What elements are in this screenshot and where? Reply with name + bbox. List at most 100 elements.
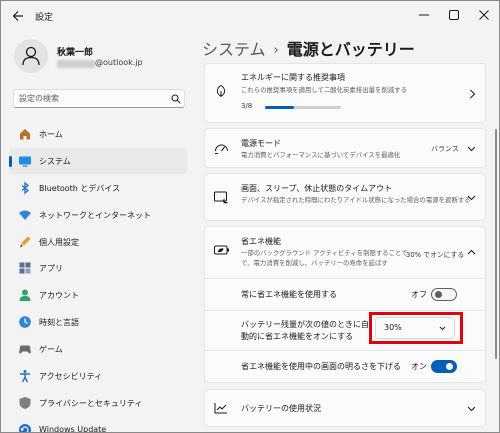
scrollbar[interactable] <box>495 129 498 429</box>
always-energy-saver-toggle[interactable] <box>431 288 457 301</box>
progress-count: 3/8 <box>241 102 253 110</box>
settings-window: 設定 秋葉一郎 @outlook.jp ホーム <box>0 0 500 433</box>
sidebar-item-home[interactable]: ホーム <box>9 121 187 147</box>
progress-bar <box>265 106 341 109</box>
user-icon <box>22 46 40 66</box>
chart-icon <box>214 403 227 414</box>
avatar[interactable] <box>14 39 48 73</box>
accessibility-icon <box>20 370 30 383</box>
time-language-icon <box>19 316 31 329</box>
sidebar-item-label: ネットワークとインターネット <box>39 210 151 220</box>
card-description: これらの推奨事項を適用して二酸化炭素排出量を削減する <box>241 86 407 94</box>
window-title: 設定 <box>35 13 54 23</box>
leaf-icon <box>216 84 226 97</box>
account-icon <box>19 289 31 302</box>
toggle-knob <box>435 291 442 298</box>
card-title: 電源モード <box>241 139 281 148</box>
chevron-down-icon <box>467 195 476 201</box>
user-name: 秋葉一郎 <box>57 48 94 58</box>
sidebar-item-accounts[interactable]: アカウント <box>9 282 187 308</box>
toggle-knob <box>446 363 453 370</box>
sidebar-item-label: アクセシビリティ <box>39 372 103 382</box>
sidebar-item-privacy[interactable]: プライバシーとセキュリティ <box>9 390 187 416</box>
card-title: バッテリーの使用状況 <box>241 404 321 413</box>
personalization-icon <box>20 236 31 248</box>
battery-usage-card[interactable]: バッテリーの使用状況 <box>204 389 486 427</box>
toggle-state-label: オン <box>411 362 427 371</box>
email-redacted <box>57 60 95 68</box>
sidebar-item-network[interactable]: ネットワークとインターネット <box>9 202 187 228</box>
scroll-thumb[interactable] <box>495 129 497 359</box>
sidebar-item-label: アプリ <box>39 264 63 274</box>
breadcrumb-parent[interactable]: システム <box>202 40 266 59</box>
chevron-right-icon <box>470 89 476 99</box>
close-icon <box>479 10 489 20</box>
shield-icon <box>19 396 31 409</box>
sidebar-item-personalization[interactable]: 個人用設定 <box>9 229 187 255</box>
breadcrumb: システム › 電源とバッテリー <box>202 36 415 60</box>
sidebar-item-label: ゲーム <box>39 345 63 355</box>
sidebar-item-bluetooth[interactable]: Bluetooth とデバイス <box>9 175 187 201</box>
energy-saver-status: 30% でオンにする <box>406 251 465 259</box>
sidebar-item-label: Windows Update <box>39 424 107 433</box>
sidebar-item-windows-update[interactable]: Windows Update <box>9 417 187 433</box>
brightness-toggle[interactable] <box>431 360 457 373</box>
sidebar-nav: ホーム システム Bluetooth とデバイス ネットワークとインターネット <box>9 121 187 433</box>
minimize-button[interactable] <box>411 5 437 25</box>
search-icon[interactable] <box>171 94 181 104</box>
close-button[interactable] <box>471 5 497 25</box>
back-arrow-icon[interactable] <box>11 9 25 23</box>
setting-label-line2: 動的に省エネ機能をオンにする <box>241 332 354 341</box>
apps-icon <box>19 262 31 274</box>
progress-fill <box>265 106 294 109</box>
sidebar-item-time-language[interactable]: 時刻と言語 <box>9 309 187 335</box>
card-title: 画面、スリープ、休止状態のタイムアウト <box>241 184 393 193</box>
minimize-icon <box>419 14 429 16</box>
sidebar-item-label: Bluetooth とデバイス <box>39 183 121 193</box>
maximize-button[interactable] <box>441 5 467 25</box>
always-energy-saver-row: 常に省エネ機能を使用する オフ <box>204 279 486 311</box>
screen-sleep-card[interactable]: 画面、スリープ、休止状態のタイムアウト デバイスが指定された時間にわたりアイドル… <box>204 173 486 221</box>
title-bar: 設定 <box>1 1 499 31</box>
card-description-line2: で、電力消費を削減し、バッテリーの寿命を延ばす <box>241 259 388 267</box>
sidebar-item-label: 個人用設定 <box>39 237 79 247</box>
toggle-state-label: オフ <box>411 290 427 299</box>
system-icon <box>19 156 31 167</box>
card-description: デバイスが指定された時間にわたりアイドル状態になった場合の電源を遮断する <box>241 196 471 204</box>
chevron-down-icon <box>467 406 476 412</box>
sidebar-item-label: ホーム <box>39 130 63 139</box>
screen-sleep-icon <box>214 191 228 204</box>
maximize-icon <box>449 10 459 20</box>
power-mode-icon <box>215 144 228 154</box>
chevron-down-icon <box>467 146 476 152</box>
selection-indicator <box>9 155 12 167</box>
card-description: 電力消費とパフォーマンスに基づいてデバイスを最適化 <box>241 151 401 159</box>
highlight-box <box>369 312 463 344</box>
search-box[interactable] <box>13 89 185 108</box>
search-input[interactable] <box>19 92 159 105</box>
bluetooth-icon <box>21 181 30 195</box>
card-title: 省エネ機能 <box>241 237 281 246</box>
sidebar-item-accessibility[interactable]: アクセシビリティ <box>9 363 187 389</box>
sidebar-item-apps[interactable]: アプリ <box>9 255 187 281</box>
breadcrumb-separator: › <box>273 43 279 58</box>
update-icon <box>19 423 31 432</box>
sidebar-item-label: アカウント <box>39 291 79 301</box>
home-icon <box>20 129 30 140</box>
setting-label: 常に省エネ機能を使用する <box>241 290 337 299</box>
power-mode-card[interactable]: 電源モード 電力消費とパフォーマンスに基づいてデバイスを最適化 バランス <box>204 128 486 168</box>
sidebar-item-label: システム <box>39 156 71 166</box>
sidebar-item-gaming[interactable]: ゲーム <box>9 336 187 362</box>
card-title: エネルギーに関する推奨事項 <box>241 73 345 82</box>
power-mode-value: バランス <box>431 145 459 153</box>
energy-recommendations-card[interactable]: エネルギーに関する推奨事項 これらの推奨事項を適用して二酸化炭素排出量を削減する… <box>204 63 486 123</box>
sidebar-item-system[interactable]: システム <box>9 147 187 174</box>
energy-saver-card[interactable]: 省エネ機能 一部のバックグラウンド アクティビティを制限することで で、電力消費… <box>204 226 486 279</box>
setting-label-line1: バッテリー残量が次の値のときに自 <box>241 320 369 329</box>
sidebar-item-label: プライバシーとセキュリティ <box>39 398 143 408</box>
network-icon <box>19 210 31 220</box>
setting-label: 省エネ機能を使用中の画面の明るさを下げる <box>241 362 401 371</box>
chevron-up-icon <box>467 249 476 255</box>
gaming-icon <box>19 345 31 354</box>
brightness-row: 省エネ機能を使用中の画面の明るさを下げる オン <box>204 351 486 383</box>
